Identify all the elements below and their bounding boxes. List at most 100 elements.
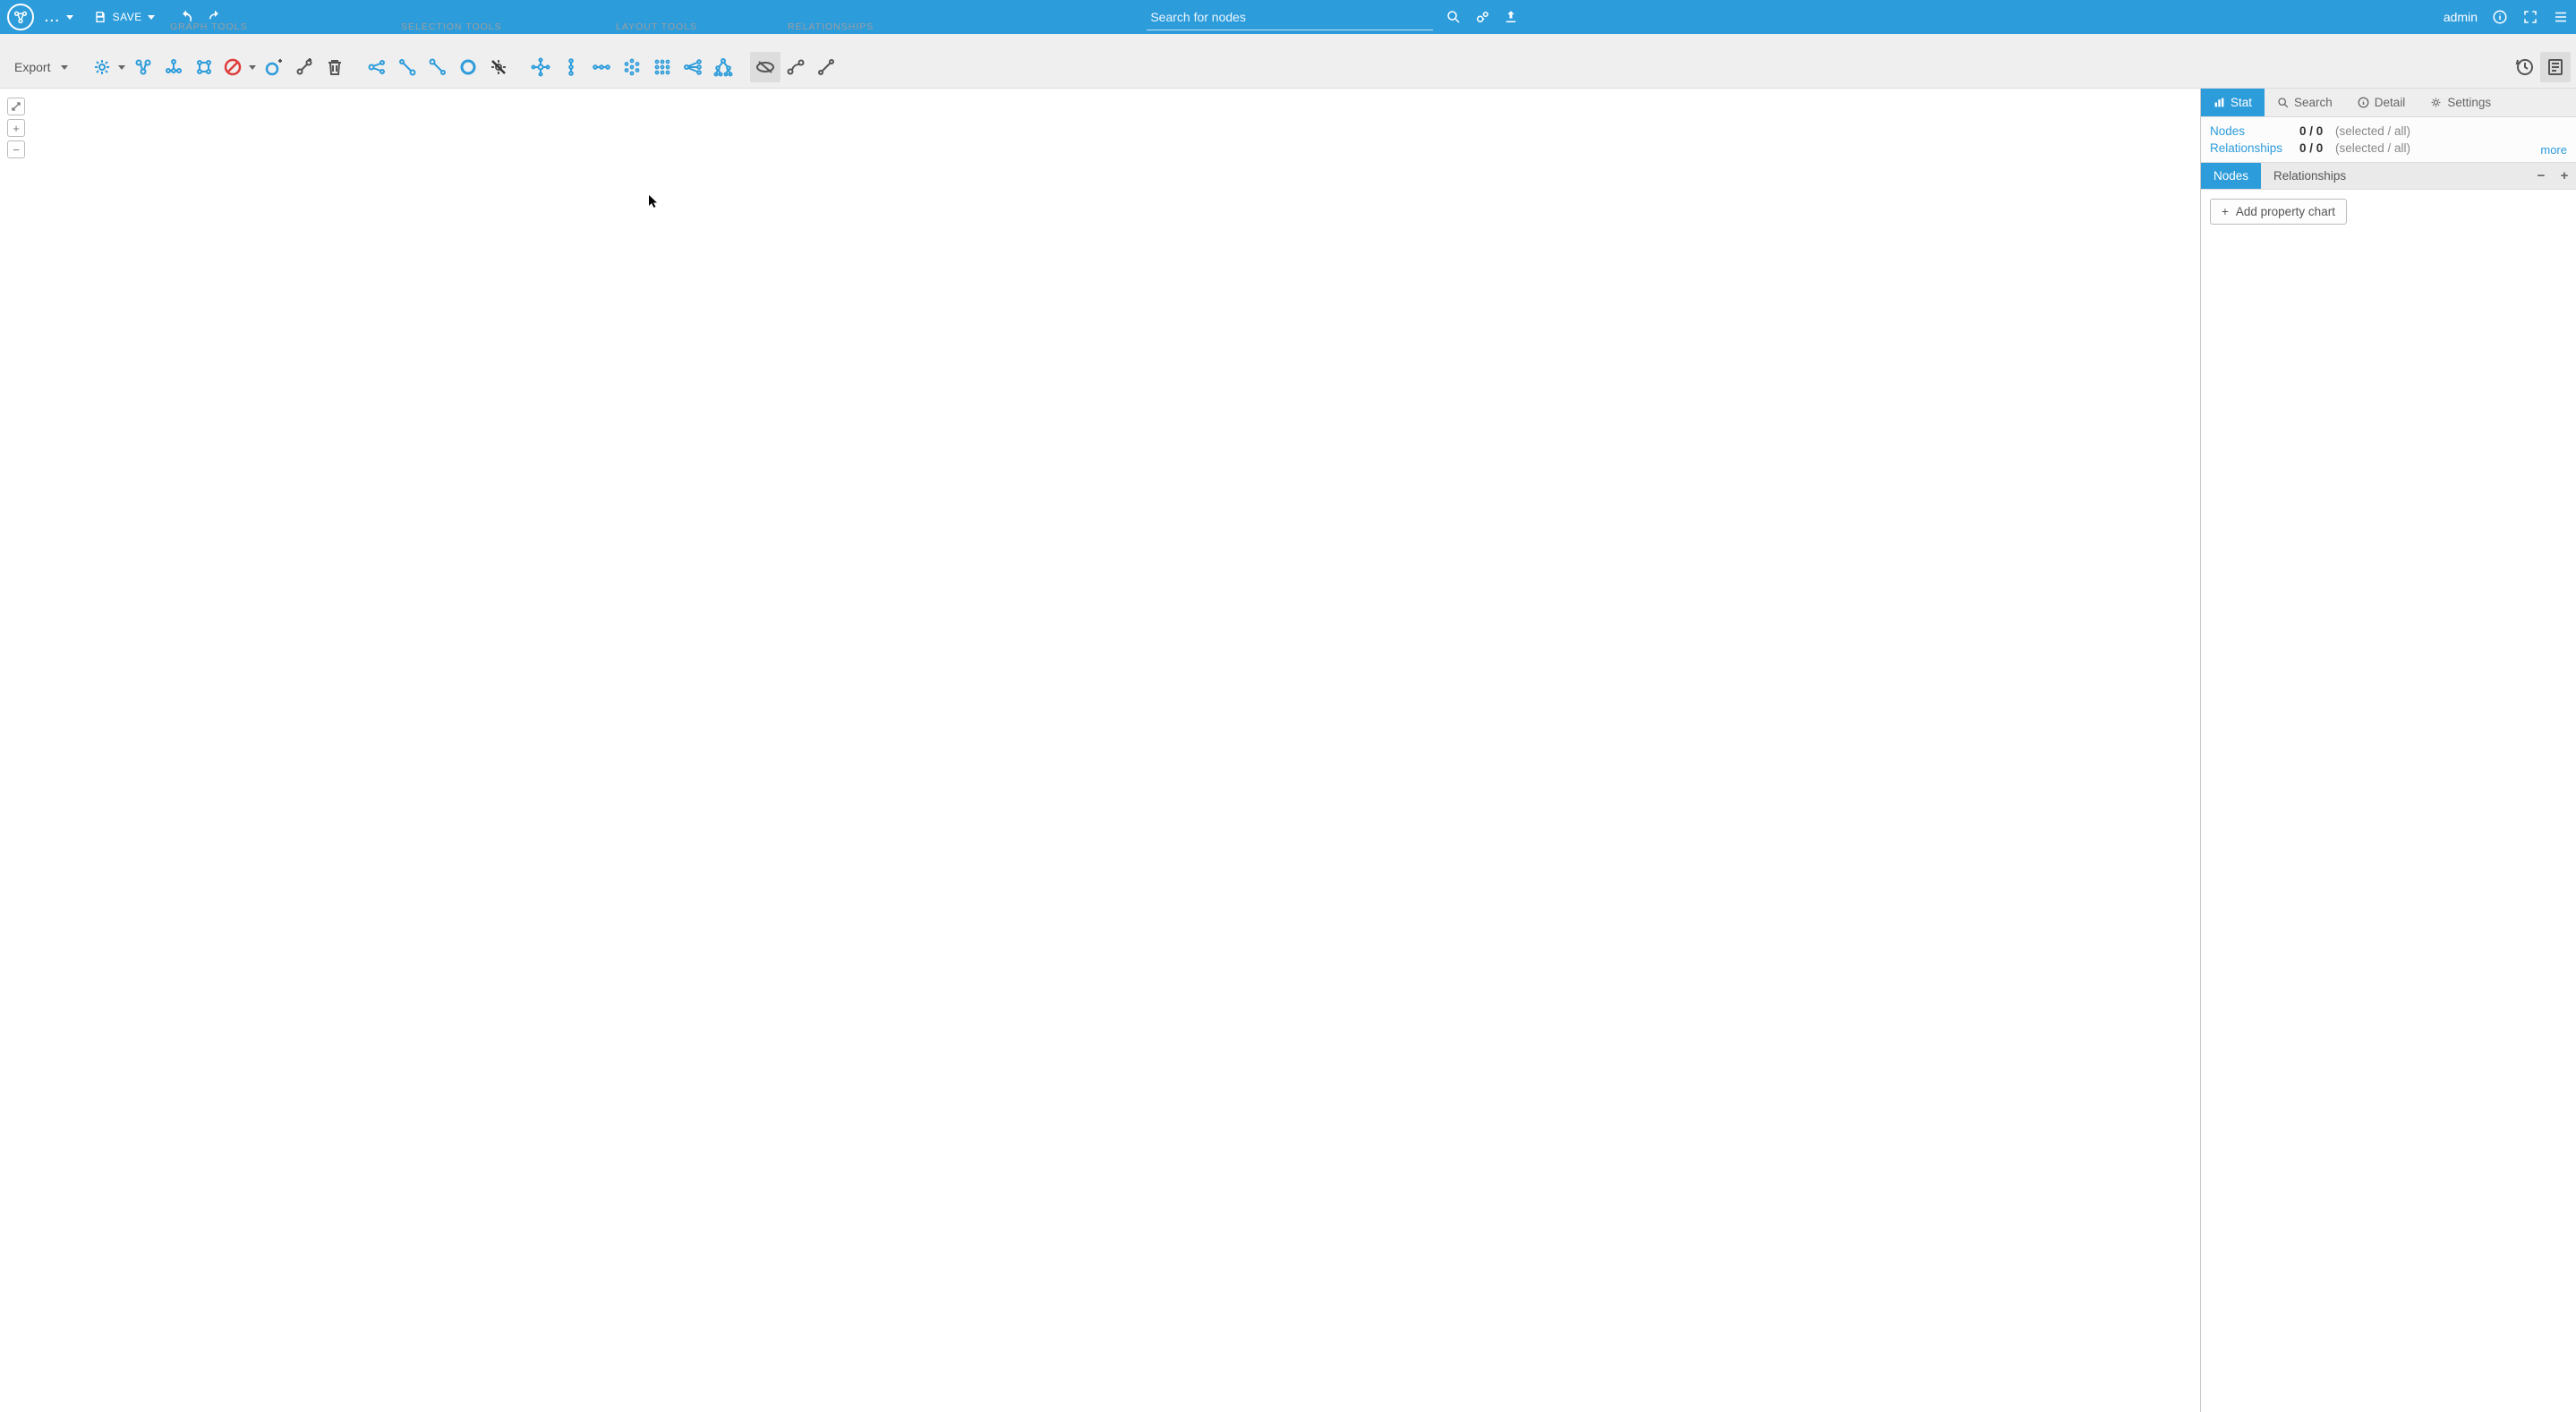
upload-icon[interactable]	[1503, 9, 1519, 25]
gear-icon	[2430, 97, 2442, 108]
user-label[interactable]: admin	[2444, 10, 2478, 24]
branch-layout-button[interactable]	[678, 52, 708, 82]
undo-redo-group	[178, 9, 223, 25]
stat-nodes-note: (selected / all)	[2335, 124, 2410, 138]
search-icon[interactable]	[1446, 9, 1462, 25]
tab-detail[interactable]: Detail	[2345, 89, 2418, 116]
tab-search-label: Search	[2294, 96, 2333, 109]
fullscreen-icon[interactable]	[2522, 9, 2538, 25]
history-button[interactable]	[2510, 52, 2540, 82]
add-chart-label: Add property chart	[2236, 205, 2335, 218]
graph-tools-group	[89, 52, 350, 82]
stat-relationships-note: (selected / all)	[2335, 141, 2410, 155]
export-button[interactable]: Export	[5, 47, 77, 88]
stat-nodes-row: Nodes 0 / 0 (selected / all)	[2210, 123, 2567, 140]
topbar-right: admin	[2444, 9, 2569, 25]
hex-layout-button[interactable]	[617, 52, 647, 82]
tree-layout-button[interactable]	[708, 52, 738, 82]
search-input[interactable]	[1147, 4, 1433, 30]
hamburger-icon[interactable]	[2553, 9, 2569, 25]
add-property-chart-button[interactable]: + Add property chart	[2210, 199, 2347, 225]
caret-down-icon	[66, 15, 73, 20]
bar-chart-icon	[2213, 97, 2225, 108]
caret-down-icon	[148, 15, 155, 20]
delete-button[interactable]	[320, 52, 350, 82]
stat-nodes-value: 0 / 0	[2299, 124, 2335, 138]
subtab-nodes[interactable]: Nodes	[2201, 163, 2261, 189]
stat-nodes-label[interactable]: Nodes	[2210, 124, 2299, 138]
save-icon	[93, 10, 107, 24]
horizontal-layout-button[interactable]	[586, 52, 617, 82]
deselect-button[interactable]	[483, 52, 514, 82]
graph-logo-icon	[13, 9, 29, 25]
zoom-out-tool[interactable]: −	[7, 140, 25, 158]
stat-relationships-row: Relationships 0 / 0 (selected / all)	[2210, 140, 2567, 157]
tab-search[interactable]: Search	[2265, 89, 2345, 116]
mouse-cursor-icon	[648, 194, 659, 211]
graph-canvas[interactable]: + −	[0, 89, 2200, 1412]
center-layout-button[interactable]	[89, 52, 128, 82]
grid-nodes-button[interactable]	[189, 52, 219, 82]
expand-node-button[interactable]	[128, 52, 158, 82]
topbar-center	[223, 4, 2444, 30]
info-icon	[2358, 97, 2369, 108]
toolbar: GRAPH TOOLS SELECTION TOOLS LAYOUT TOOLS…	[0, 34, 2576, 89]
collapse-charts-button[interactable]: −	[2529, 168, 2553, 183]
caret-down-icon	[249, 65, 256, 70]
radial-layout-button[interactable]	[525, 52, 556, 82]
vertical-layout-button[interactable]	[556, 52, 586, 82]
save-button[interactable]: SAVE	[84, 10, 164, 24]
stat-relationships-value: 0 / 0	[2299, 141, 2335, 155]
rel-line-button[interactable]	[811, 52, 841, 82]
hide-button[interactable]	[219, 52, 259, 82]
ellipsis-icon: ...	[45, 10, 61, 24]
selection-tools-group	[362, 52, 514, 82]
side-panel-subtabs: Nodes Relationships − +	[2201, 162, 2576, 190]
tab-stat[interactable]: Stat	[2201, 89, 2265, 116]
tab-detail-label: Detail	[2375, 96, 2406, 109]
canvas-side-tools: + −	[7, 98, 25, 158]
rel-all-button[interactable]	[750, 52, 780, 82]
app-menu[interactable]: ...	[38, 10, 81, 24]
search-action-icons	[1446, 9, 1519, 25]
side-panel: Stat Search Detail Settings Nodes 0 / 0 …	[2200, 89, 2576, 1412]
grid-layout-button[interactable]	[647, 52, 678, 82]
subtab-relationships[interactable]: Relationships	[2261, 163, 2358, 189]
collapse-node-button[interactable]	[158, 52, 189, 82]
add-relationship-button[interactable]	[289, 52, 320, 82]
app-logo[interactable]	[7, 4, 34, 30]
add-node-button[interactable]	[259, 52, 289, 82]
select-path-out-button[interactable]	[392, 52, 422, 82]
zoom-in-tool[interactable]: +	[7, 119, 25, 137]
relationships-group	[750, 52, 841, 82]
gears-icon[interactable]	[1474, 9, 1490, 25]
panel-toggle-button[interactable]	[2540, 52, 2571, 82]
top-bar: ... SAVE admin	[0, 0, 2576, 34]
rel-curve-button[interactable]	[780, 52, 811, 82]
select-loop-button[interactable]	[453, 52, 483, 82]
info-icon[interactable]	[2492, 9, 2508, 25]
expand-charts-button[interactable]: +	[2553, 168, 2576, 183]
tab-settings[interactable]: Settings	[2418, 89, 2503, 116]
export-label: Export	[14, 60, 50, 74]
side-panel-tabs: Stat Search Detail Settings	[2201, 89, 2576, 117]
tab-settings-label: Settings	[2447, 96, 2491, 109]
stat-summary: Nodes 0 / 0 (selected / all) Relationshi…	[2201, 117, 2576, 162]
search-wrap	[1147, 4, 1519, 30]
select-path-in-button[interactable]	[422, 52, 453, 82]
search-icon	[2277, 97, 2289, 108]
save-label: SAVE	[113, 11, 142, 23]
select-connected-button[interactable]	[362, 52, 392, 82]
layout-tools-group	[525, 52, 738, 82]
redo-icon[interactable]	[207, 9, 223, 25]
caret-down-icon	[61, 65, 68, 70]
tab-stat-label: Stat	[2231, 96, 2252, 109]
fit-tool[interactable]	[7, 98, 25, 115]
right-tools-group	[2510, 52, 2571, 82]
plus-icon: +	[2222, 205, 2229, 218]
undo-icon[interactable]	[178, 9, 194, 25]
main-area: + − Stat Search Detail Settings	[0, 89, 2576, 1412]
more-link[interactable]: more	[2540, 143, 2567, 157]
caret-down-icon	[118, 65, 125, 70]
stat-relationships-label[interactable]: Relationships	[2210, 141, 2299, 155]
